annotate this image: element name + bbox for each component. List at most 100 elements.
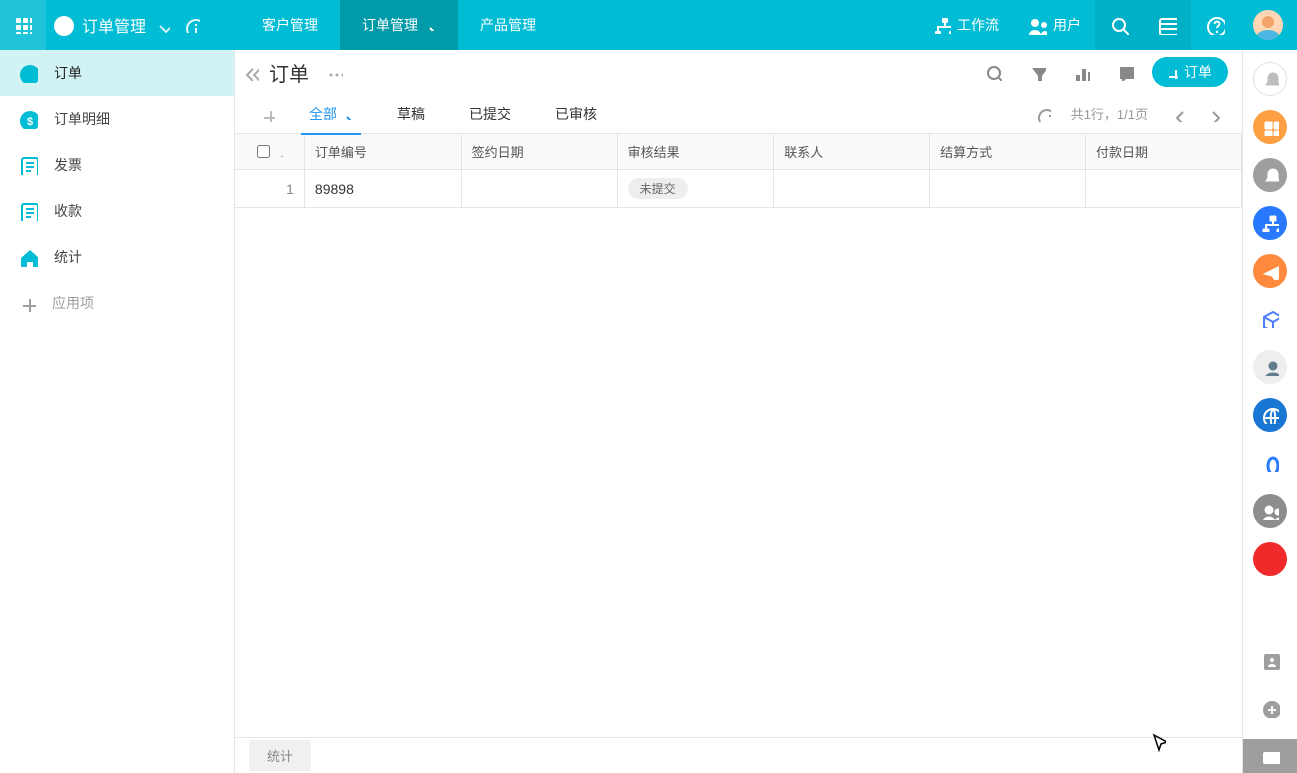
main: 订单 订单 全部 草稿 已提交 已审核 共1行，1/1页	[235, 50, 1242, 773]
record-icon[interactable]	[1253, 542, 1287, 576]
zero-icon[interactable]	[1253, 446, 1287, 480]
page-search-button[interactable]	[976, 57, 1010, 87]
select-all-checkbox[interactable]	[257, 145, 270, 158]
currency-badge-icon	[18, 109, 38, 129]
sidebar-item-orders[interactable]: 订单	[0, 50, 234, 96]
group-icon[interactable]	[1253, 494, 1287, 528]
sidebar-item-label: 收款	[54, 201, 82, 221]
cube-icon[interactable]	[1253, 302, 1287, 336]
currency-icon	[52, 14, 74, 36]
col-settlement[interactable]: 结算方式	[930, 134, 1086, 170]
support-icon[interactable]	[1253, 350, 1287, 384]
sidebar-item-label: 应用项	[52, 293, 94, 313]
sidebar-item-order-details[interactable]: 订单明细	[0, 96, 234, 142]
chevron-down-icon	[341, 108, 353, 120]
page-tabs: 全部 草稿 已提交 已审核 共1行，1/1页	[235, 94, 1242, 134]
users-icon	[1027, 15, 1047, 35]
currency-icon	[18, 63, 38, 83]
sidebar: 订单 订单明细 发票 收款 统计 应用项	[0, 50, 235, 773]
search-button[interactable]	[1095, 0, 1143, 50]
listview-button[interactable]	[1143, 0, 1191, 50]
help-button[interactable]	[1191, 0, 1239, 50]
list-icon	[1157, 15, 1177, 35]
topbar: 订单管理 客户管理 订单管理 产品管理 工作流 用户	[0, 0, 1297, 50]
page-header: 订单 订单	[235, 50, 1242, 94]
info-icon[interactable]	[184, 17, 200, 33]
right-dock	[1242, 50, 1297, 773]
col-pay-date[interactable]: 付款日期	[1086, 134, 1242, 170]
page-chart-button[interactable]	[1064, 57, 1098, 87]
collapse-sidebar-button[interactable]	[241, 63, 259, 81]
app-brand[interactable]: 订单管理	[46, 0, 210, 50]
row-number: 1	[235, 170, 304, 208]
status-badge: 未提交	[628, 178, 688, 199]
contacts-button[interactable]	[1253, 643, 1287, 677]
footer-tab-stats[interactable]: 统计	[249, 740, 311, 771]
cell-audit-result[interactable]: 未提交	[617, 170, 774, 208]
tab-customers[interactable]: 客户管理	[240, 0, 340, 50]
help-icon	[1205, 15, 1225, 35]
notifications-outline-icon[interactable]	[1253, 62, 1287, 96]
cell-order-id[interactable]: 89898	[304, 170, 461, 208]
table-row[interactable]: 1 89898 未提交	[235, 170, 1242, 208]
page-more-button[interactable]	[319, 63, 349, 81]
add-circle-button[interactable]	[1253, 691, 1287, 725]
next-page-button[interactable]	[1196, 100, 1228, 128]
cell-contact[interactable]	[774, 170, 930, 208]
workflow-button[interactable]: 工作流	[919, 0, 1013, 50]
col-contact[interactable]: 联系人	[774, 134, 930, 170]
add-view-button[interactable]	[249, 100, 285, 128]
sidebar-item-receipt[interactable]: 收款	[0, 188, 234, 234]
dock-card-button[interactable]	[1243, 739, 1297, 773]
view-tab-all[interactable]: 全部	[289, 94, 373, 134]
sitemap-icon	[933, 16, 951, 34]
app-title: 订单管理	[82, 13, 146, 37]
sitemap-icon[interactable]	[1253, 206, 1287, 240]
globe-icon[interactable]	[1253, 398, 1287, 432]
col-audit-result[interactable]: 审核结果	[617, 134, 774, 170]
home-icon	[18, 247, 38, 267]
page-footer: 统计	[235, 737, 1242, 773]
document-list-icon	[18, 201, 38, 221]
orders-table: 订单编号 签约日期 审核结果 联系人 结算方式 付款日期 1 89898 未提交	[235, 134, 1242, 208]
sidebar-item-invoice[interactable]: 发票	[0, 142, 234, 188]
tab-products[interactable]: 产品管理	[458, 0, 558, 50]
cell-sign-date[interactable]	[461, 170, 617, 208]
col-sign-date[interactable]: 签约日期	[461, 134, 617, 170]
col-order-id[interactable]: 订单编号	[304, 134, 461, 170]
sidebar-item-stats[interactable]: 统计	[0, 234, 234, 280]
page-chat-button[interactable]	[1108, 57, 1142, 87]
refresh-button[interactable]	[1027, 100, 1059, 128]
select-all-header[interactable]	[235, 134, 304, 170]
sidebar-item-label: 订单明细	[54, 109, 110, 129]
cell-pay-date[interactable]	[1086, 170, 1242, 208]
tab-orders[interactable]: 订单管理	[340, 0, 458, 50]
page-filter-button[interactable]	[1020, 57, 1054, 87]
chevron-down-icon[interactable]	[275, 147, 285, 157]
avatar-button[interactable]	[1239, 0, 1297, 50]
apps-launcher-button[interactable]	[0, 0, 46, 50]
table-scroll[interactable]: 订单编号 签约日期 审核结果 联系人 结算方式 付款日期 1 89898 未提交	[235, 134, 1242, 737]
view-tab-draft[interactable]: 草稿	[377, 94, 445, 134]
apps-icon[interactable]	[1253, 110, 1287, 144]
avatar	[1253, 10, 1283, 40]
prev-page-button[interactable]	[1160, 100, 1192, 128]
plus-icon	[1164, 65, 1178, 79]
document-list-icon	[18, 155, 38, 175]
chevron-down-icon	[154, 17, 170, 33]
view-tab-submitted[interactable]: 已提交	[449, 94, 531, 134]
sidebar-item-label: 订单	[54, 63, 82, 83]
page-title: 订单	[269, 58, 309, 87]
pagination-text: 共1行，1/1页	[1063, 104, 1156, 123]
notifications-icon[interactable]	[1253, 158, 1287, 192]
view-tab-approved[interactable]: 已审核	[535, 94, 617, 134]
sidebar-add-item[interactable]: 应用项	[0, 280, 234, 326]
send-icon[interactable]	[1253, 254, 1287, 288]
cell-settlement[interactable]	[930, 170, 1086, 208]
create-order-button[interactable]: 订单	[1152, 57, 1228, 87]
search-icon	[1109, 15, 1129, 35]
plus-icon	[18, 294, 36, 312]
chevron-down-icon	[424, 19, 436, 31]
sidebar-item-label: 统计	[54, 247, 82, 267]
users-button[interactable]: 用户	[1013, 0, 1095, 50]
